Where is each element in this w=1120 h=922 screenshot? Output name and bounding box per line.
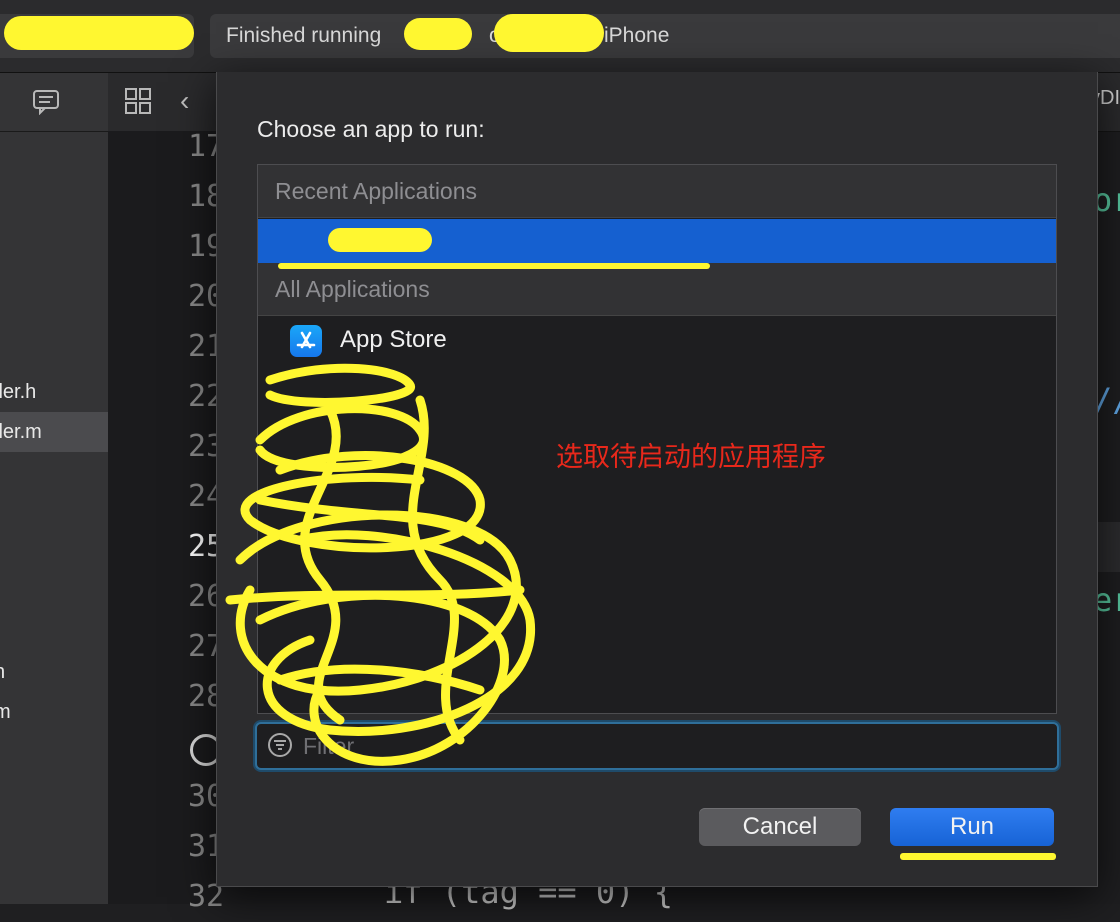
redaction-scribble xyxy=(225,363,535,766)
